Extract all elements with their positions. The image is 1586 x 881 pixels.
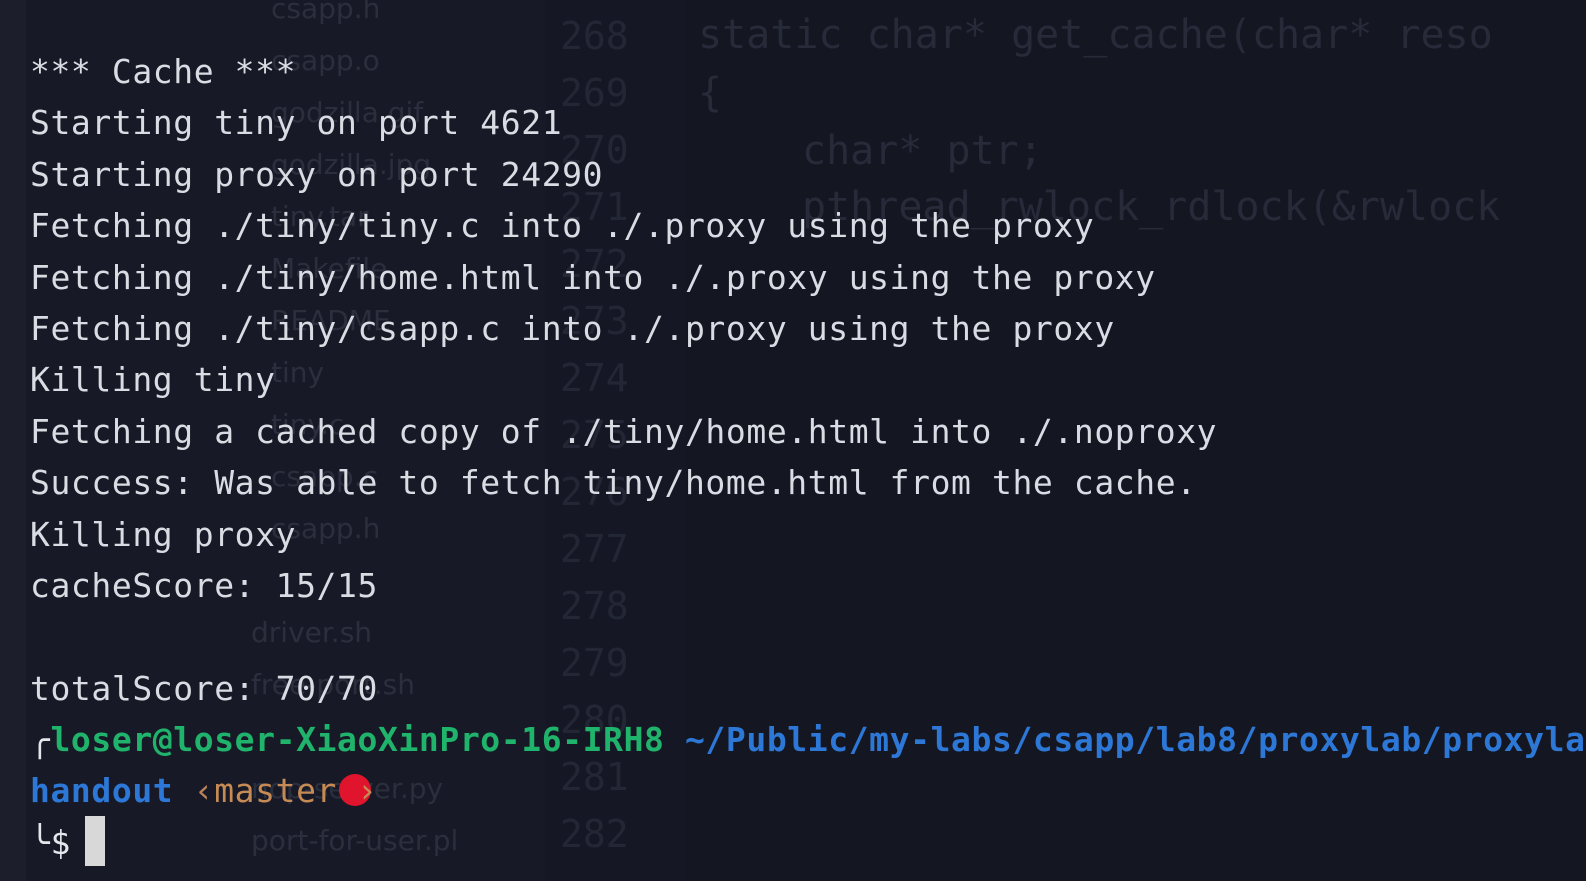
output-line: Starting tiny on port 4621 xyxy=(30,103,563,143)
activity-bar xyxy=(0,0,26,881)
output-line: Fetching ./tiny/csapp.c into ./.proxy us… xyxy=(30,308,1115,348)
output-line: Fetching ./tiny/tiny.c into ./.proxy usi… xyxy=(30,206,1095,246)
prompt-cwd: ~/Public/my-labs/csapp/lab8/proxylab/pro… xyxy=(684,720,1586,760)
prompt-user-host: loser@loser-XiaoXinPro-16-IRH8 xyxy=(50,720,665,760)
prompt-branch-line: handout ‹master › xyxy=(30,765,1586,816)
output-line: totalScore: 70/70 xyxy=(30,668,378,708)
prompt-symbol: $ xyxy=(50,822,71,862)
output-line: Killing proxy xyxy=(30,514,297,554)
output-line: cacheScore: 15/15 xyxy=(30,565,378,605)
output-line: Fetching a cached copy of ./tiny/home.ht… xyxy=(30,411,1218,451)
prompt-corner-bottom: ╰ xyxy=(30,822,51,862)
output-line: Fetching ./tiny/home.html into ./.proxy … xyxy=(30,257,1156,297)
output-line: Killing tiny xyxy=(30,360,276,400)
prompt-cwd-continued: handout xyxy=(30,771,174,811)
git-branch: master xyxy=(214,771,338,811)
git-branch-open: ‹ xyxy=(193,771,215,811)
explorer-file: csapp.h xyxy=(271,0,381,25)
output-line: *** Cache *** xyxy=(30,52,297,91)
prompt-header: ╭loser@loser-XiaoXinPro-16-IRH8 ~/Public… xyxy=(30,714,1586,765)
output-line: Starting proxy on port 24290 xyxy=(30,154,604,194)
output-line: Success: Was able to fetch tiny/home.htm… xyxy=(30,463,1197,503)
terminal-output[interactable]: *** Cache *** Starting tiny on port 4621… xyxy=(30,46,1586,881)
prompt-corner-top: ╭ xyxy=(30,720,51,760)
prompt-input-line[interactable]: ╰$ xyxy=(30,816,1586,868)
text-cursor[interactable] xyxy=(84,816,105,867)
git-branch-close: › xyxy=(357,771,378,811)
